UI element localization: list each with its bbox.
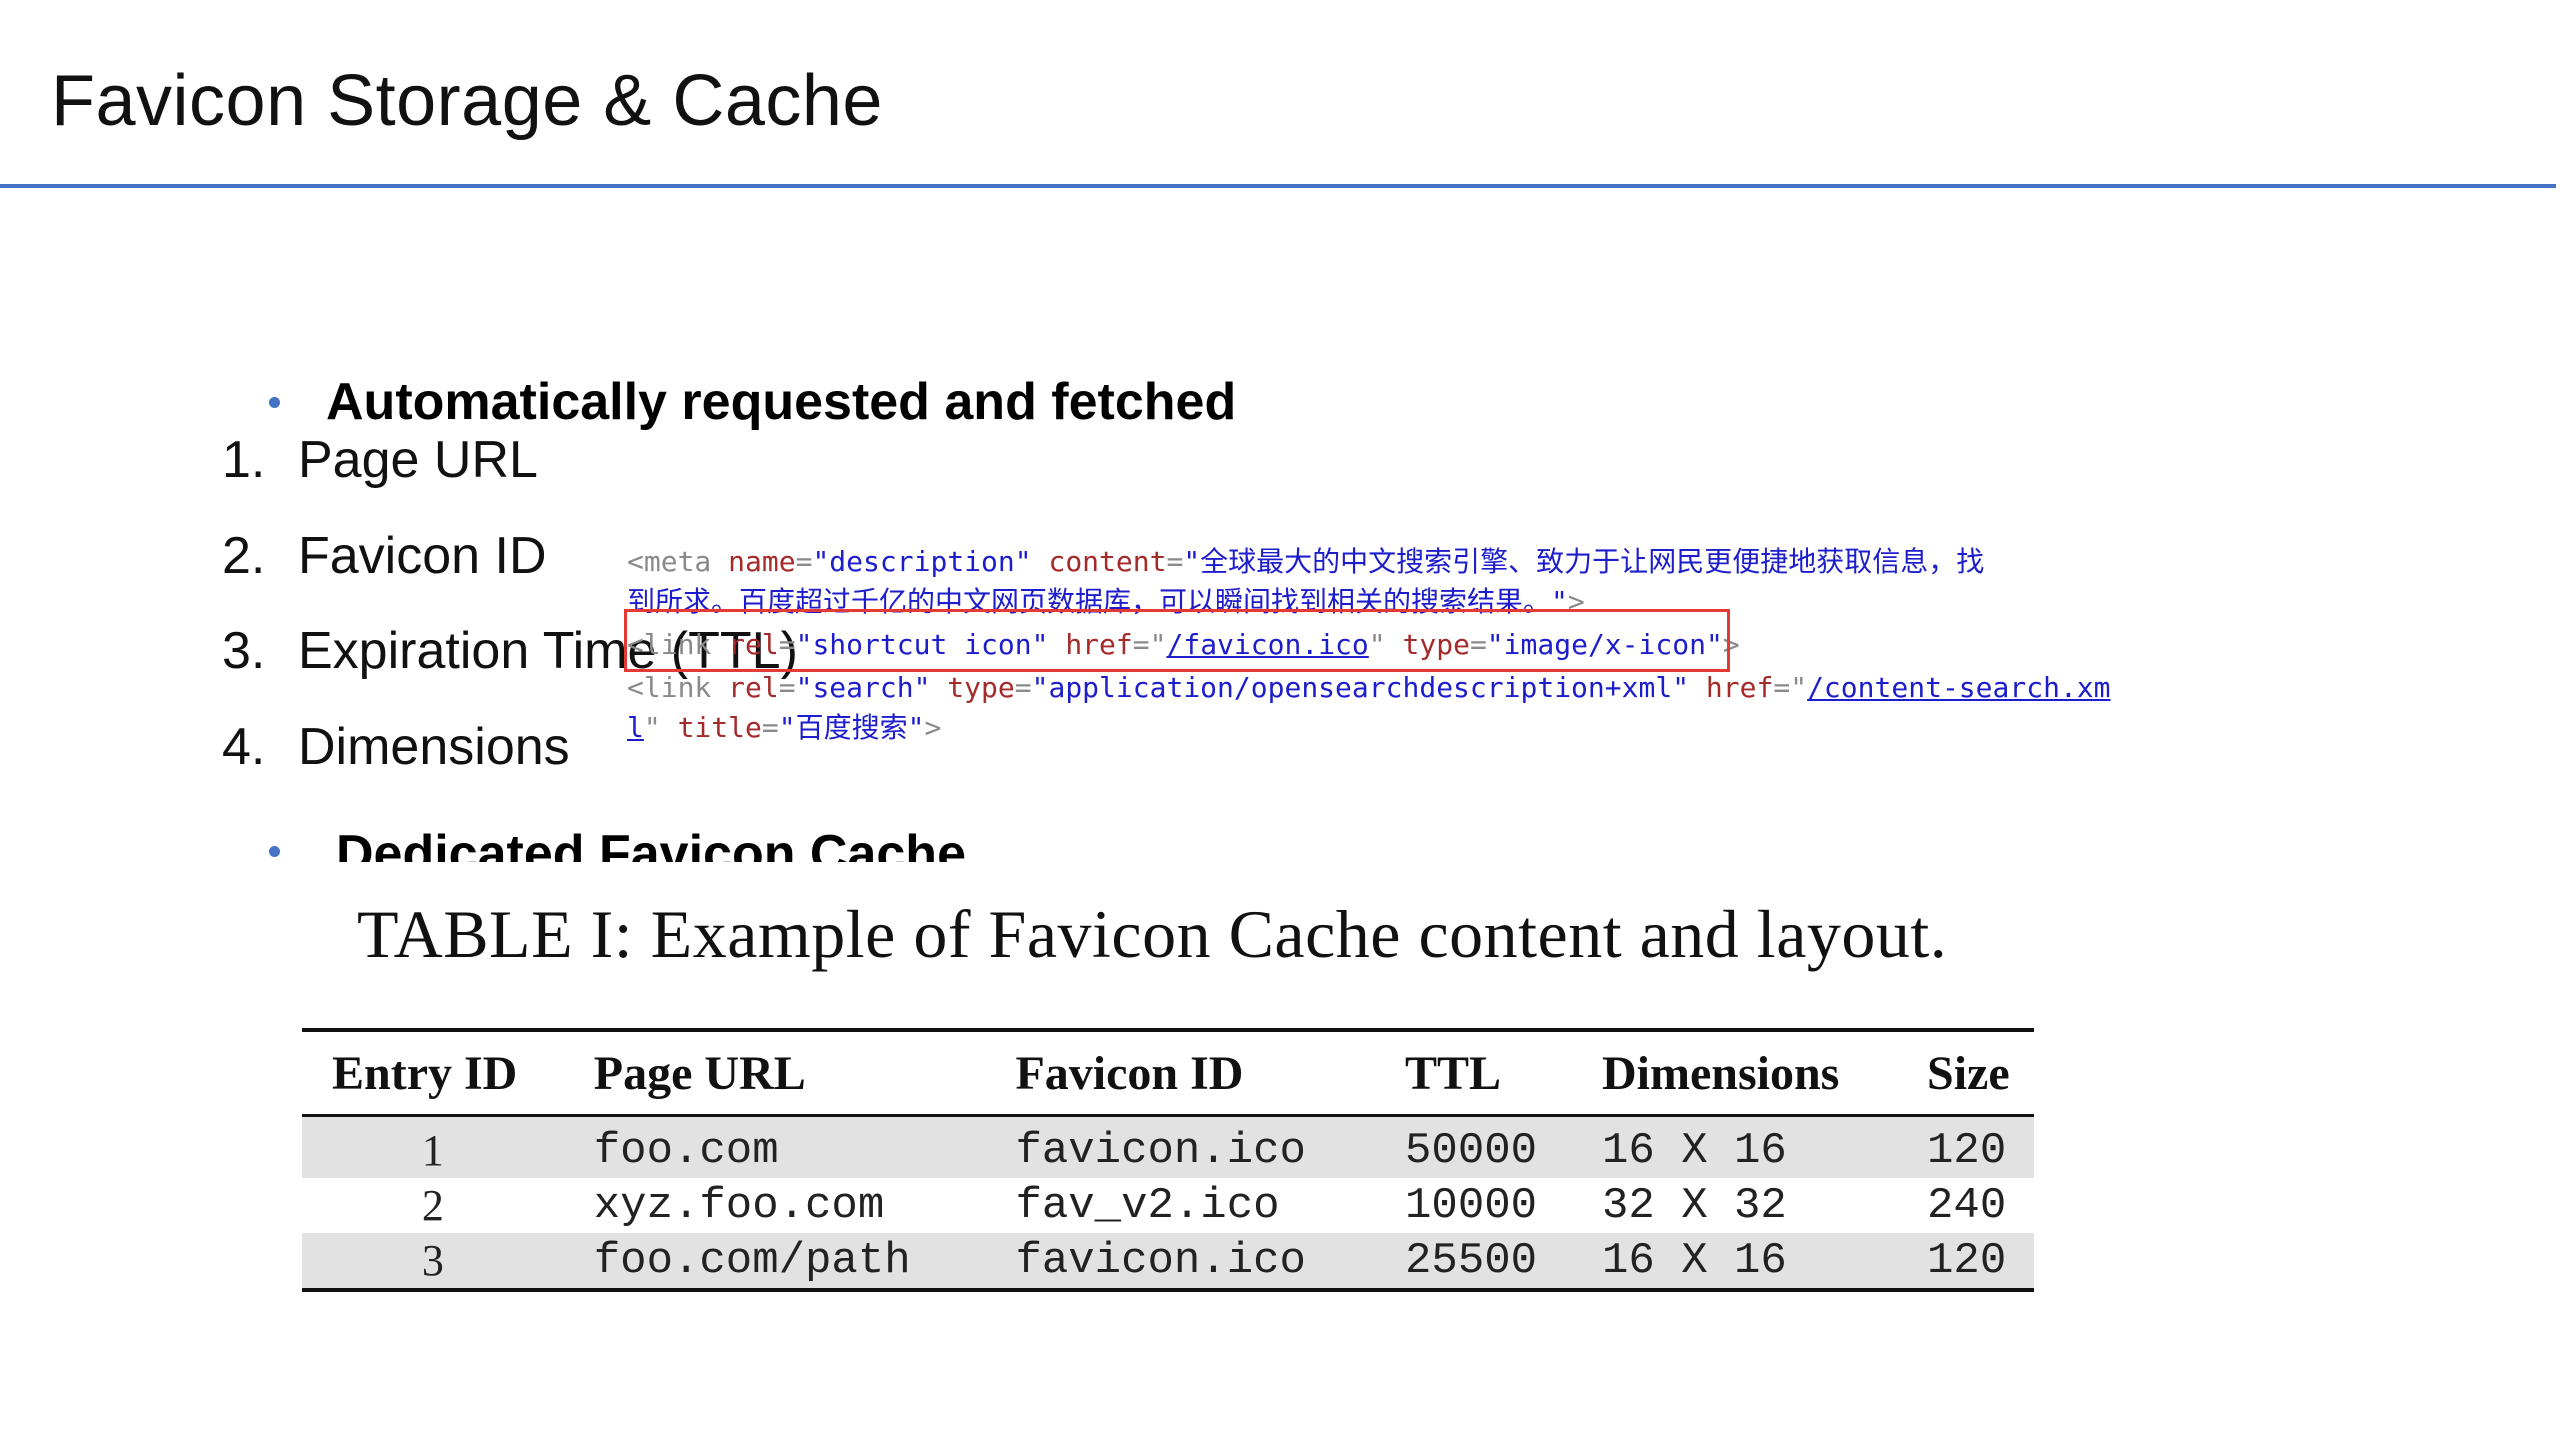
bullet-dot-icon <box>269 846 280 857</box>
list-label: Favicon ID <box>298 527 547 585</box>
col-size: Size <box>1897 1030 2034 1117</box>
code-line-meta: <meta name="description" content="全球最大的中… <box>627 545 1985 578</box>
col-entry-id: Entry ID <box>302 1030 564 1117</box>
list-item-page-url: 1. Page URL <box>222 430 538 490</box>
col-favicon-id: Favicon ID <box>985 1030 1376 1117</box>
col-page-url: Page URL <box>563 1030 986 1117</box>
list-number: 4. <box>222 718 266 776</box>
table-header-row: Entry ID Page URL Favicon ID TTL Dimensi… <box>302 1030 2034 1117</box>
title-divider <box>0 184 2556 188</box>
list-label: Page URL <box>298 431 538 489</box>
bullet-auto-fetch: Automatically requested and fetched <box>326 373 1237 431</box>
table-row: 2 xyz.foo.com fav_v2.ico 10000 32 X 32 2… <box>421 1180 2007 1231</box>
code-line-search-link: <link rel="search" type="application/ope… <box>627 671 2111 704</box>
search-href-link[interactable]: /content-search.xm <box>1807 671 2110 704</box>
table-caption: TABLE I: Example of Favicon Cache conten… <box>357 896 1948 972</box>
code-line-search-link-cont: l" title="百度搜索"> <box>627 711 942 744</box>
col-ttl: TTL <box>1375 1030 1572 1117</box>
table-row: 3 foo.com/path favicon.ico 25500 16 X 16… <box>302 1233 2034 1290</box>
table-row: 1 foo.com favicon.ico 50000 16 X 16 120 <box>302 1115 2034 1178</box>
bullet-dot-icon <box>269 397 280 408</box>
col-dimensions: Dimensions <box>1571 1030 1898 1117</box>
favicon-link-highlight <box>624 609 1730 672</box>
list-number: 3. <box>222 622 266 680</box>
bullet-favicon-cache-clip: Dedicated Favicon Cache <box>320 820 1120 862</box>
bullet-favicon-cache: Dedicated Favicon Cache <box>336 825 966 862</box>
list-number: 1. <box>222 431 266 489</box>
slide-title: Favicon Storage & Cache <box>51 61 883 141</box>
list-label: Dimensions <box>298 718 570 776</box>
list-number: 2. <box>222 527 266 585</box>
list-item-dimensions: 4. Dimensions <box>222 717 570 777</box>
list-item-favicon-id: 2. Favicon ID <box>222 526 547 586</box>
favicon-cache-table: Entry ID Page URL Favicon ID TTL Dimensi… <box>302 1028 2034 1292</box>
